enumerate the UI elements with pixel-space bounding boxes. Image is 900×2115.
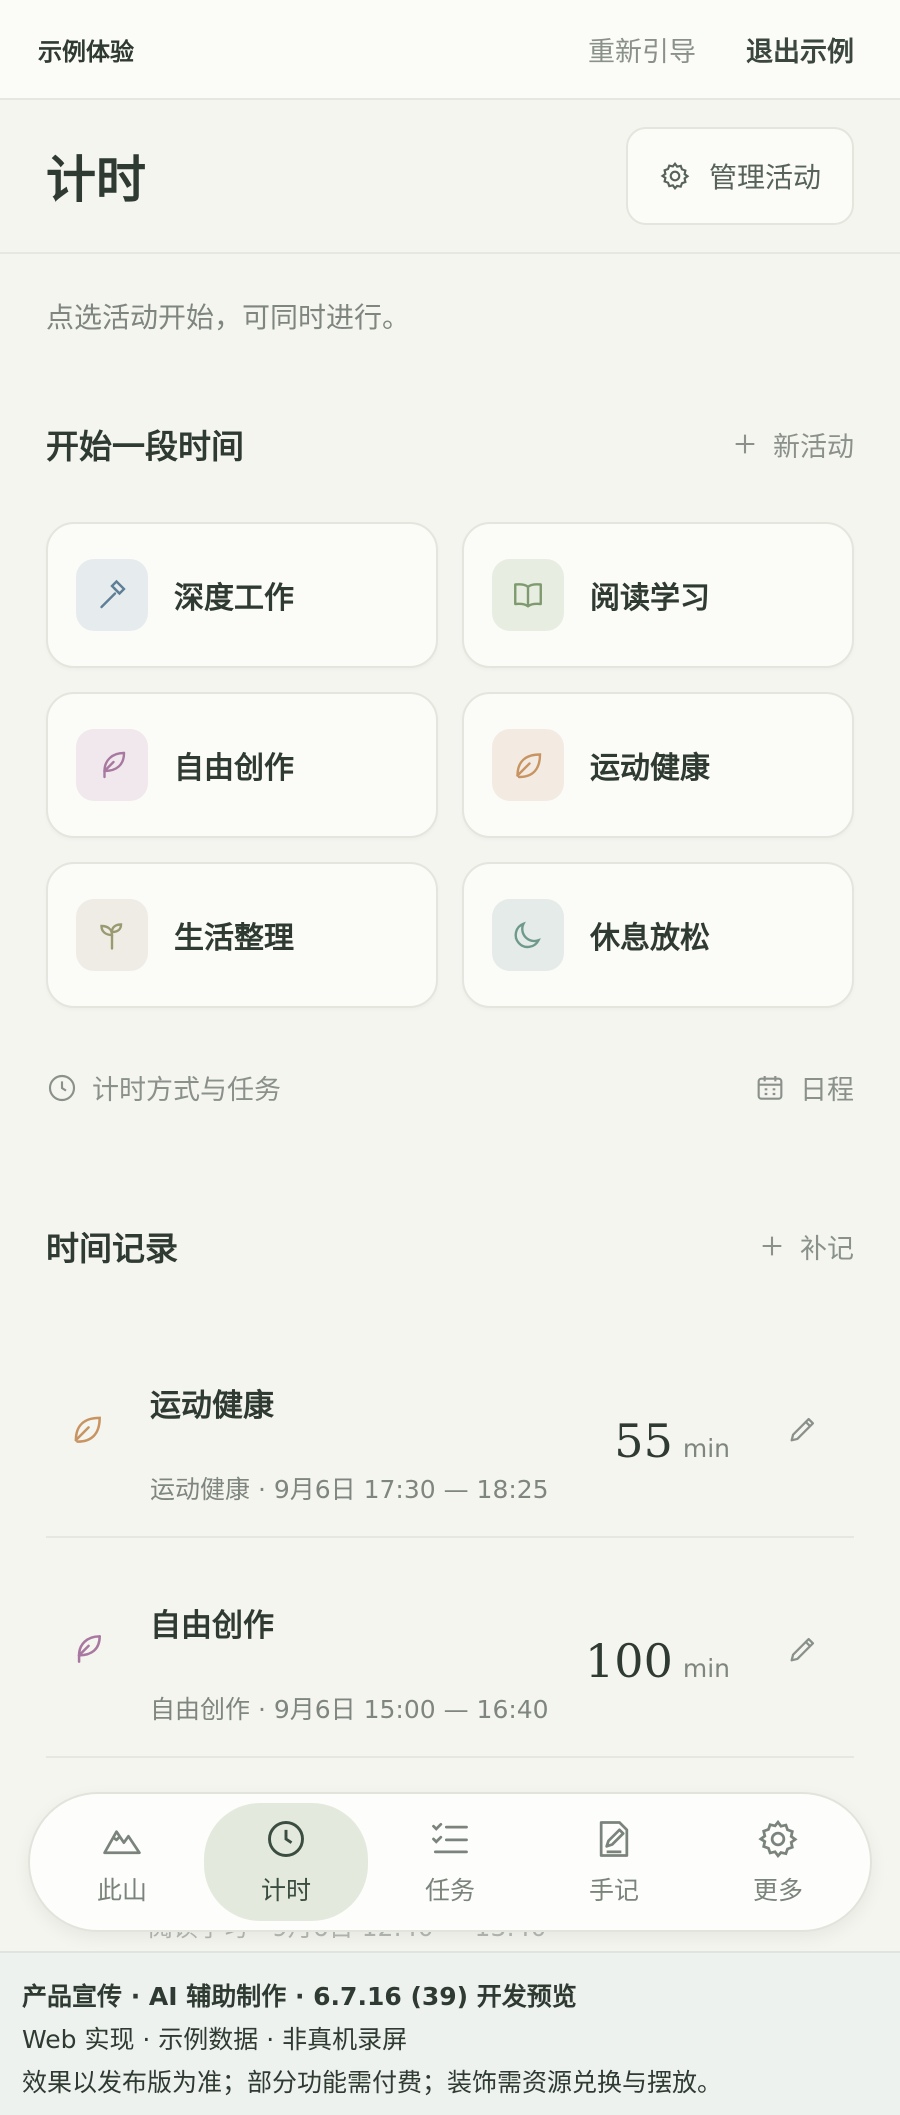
activity-icon-box <box>492 729 564 801</box>
record-duration-unit: min <box>682 1654 730 1683</box>
nav-label: 计时 <box>260 1876 311 1905</box>
demo-title: 示例体验 <box>38 37 134 66</box>
add-record-label: 补记 <box>800 1233 854 1265</box>
activity-icon-box <box>76 899 148 971</box>
checklist-icon <box>432 1822 468 1854</box>
activity-label: 阅读学习 <box>590 581 710 616</box>
bottom-nav: 此山 计时 任务 手记 更多 <box>28 1792 872 1932</box>
nav-label: 手记 <box>588 1876 639 1905</box>
demo-actions: 重新引导 退出示例 <box>588 30 854 69</box>
add-record-button[interactable]: 补记 <box>758 1227 854 1266</box>
activity-label: 运动健康 <box>590 751 710 786</box>
activity-label: 深度工作 <box>174 581 294 616</box>
record-duration-unit: min <box>682 1434 730 1463</box>
records-list: 运动健康 运动健康 · 9月6日 17:30 — 18:25 55 min 自由… <box>46 1318 854 1758</box>
nav-item-timer[interactable]: 计时 <box>204 1803 368 1921</box>
records-section-header: 时间记录 补记 <box>46 1222 854 1270</box>
nav-label: 此山 <box>96 1876 147 1905</box>
record-row[interactable]: 自由创作 自由创作 · 9月6日 15:00 — 16:40 100 min <box>46 1538 854 1758</box>
meta-row: 计时方式与任务 日程 <box>46 1068 854 1107</box>
nav-item-mountain[interactable]: 此山 <box>40 1803 204 1921</box>
activity-card-life[interactable]: 生活整理 <box>46 862 438 1008</box>
activity-label: 休息放松 <box>590 921 710 956</box>
gear-icon <box>660 161 690 190</box>
timing-tasks-label: 计时方式与任务 <box>92 1075 281 1106</box>
record-duration-value: 100 <box>585 1634 673 1688</box>
record-row[interactable]: 运动健康 运动健康 · 9月6日 17:30 — 18:25 55 min <box>46 1318 854 1538</box>
start-section-title: 开始一段时间 <box>46 427 244 466</box>
manage-activities-button[interactable]: 管理活动 <box>626 127 854 225</box>
activity-card-deep-work[interactable]: 深度工作 <box>46 522 438 668</box>
book-icon <box>514 583 542 608</box>
edit-pencil-icon[interactable] <box>786 1412 820 1446</box>
new-activity-button[interactable]: 新活动 <box>731 425 854 464</box>
nav-item-notes[interactable]: 手记 <box>532 1803 696 1921</box>
record-name: 运动健康 <box>150 1388 274 1424</box>
plus-icon <box>762 1236 782 1256</box>
activity-icon-box <box>492 899 564 971</box>
activity-icon-box <box>76 729 148 801</box>
edit-pencil-icon[interactable] <box>786 1632 820 1666</box>
sprout-icon <box>100 923 123 950</box>
feather-icon <box>103 751 126 779</box>
activity-icon-box <box>76 559 148 631</box>
moon-icon <box>514 921 541 949</box>
hammer-icon <box>100 579 126 609</box>
timing-tasks-link[interactable]: 计时方式与任务 <box>46 1068 281 1107</box>
activity-card-rest[interactable]: 休息放松 <box>462 862 854 1008</box>
feather-icon <box>77 1635 101 1663</box>
footer-disclaimer: 产品宣传 · AI 辅助制作 · 6.7.16 (39) 开发预览 Web 实现… <box>0 1951 900 2115</box>
nav-item-tasks[interactable]: 任务 <box>368 1803 532 1921</box>
leaf-icon <box>74 1416 101 1443</box>
record-duration: 55 min <box>614 1414 730 1468</box>
clock-icon <box>48 1074 76 1101</box>
activity-label: 自由创作 <box>174 751 294 786</box>
activity-card-exercise[interactable]: 运动健康 <box>462 692 854 838</box>
start-section-header: 开始一段时间 新活动 <box>46 420 854 468</box>
page-title: 计时 <box>46 151 146 209</box>
record-detail: 自由创作 · 9月6日 15:00 — 16:40 <box>150 1695 549 1724</box>
record-duration: 100 min <box>585 1634 730 1688</box>
mountain-icon <box>103 1830 141 1855</box>
schedule-link[interactable]: 日程 <box>754 1068 854 1107</box>
clock-icon <box>268 1821 304 1857</box>
activity-label: 生活整理 <box>174 921 294 956</box>
nav-label: 任务 <box>424 1876 475 1905</box>
plus-icon <box>735 434 755 454</box>
footer-line-1: 产品宣传 · AI 辅助制作 · 6.7.16 (39) 开发预览 <box>22 1982 577 2011</box>
footer-line-2: Web 实现 · 示例数据 · 非真机录屏 <box>22 2025 408 2054</box>
leaf-icon <box>516 753 542 779</box>
nav-label: 更多 <box>752 1876 803 1905</box>
hint-text: 点选活动开始，可同时进行。 <box>46 301 411 334</box>
manage-activities-label: 管理活动 <box>708 161 821 194</box>
activity-card-creation[interactable]: 自由创作 <box>46 692 438 838</box>
new-activity-label: 新活动 <box>773 431 854 463</box>
footer-line-3: 效果以发布版为准；部分功能需付费；装饰需资源兑换与摆放。 <box>22 2068 723 2097</box>
activity-card-reading[interactable]: 阅读学习 <box>462 522 854 668</box>
activity-grid: 深度工作 阅读学习 自由创作 运动健康 生活整理 休息放松 <box>46 522 854 1008</box>
record-duration-value: 55 <box>614 1414 673 1468</box>
record-name: 自由创作 <box>150 1608 274 1644</box>
demo-bar: 示例体验 重新引导 退出示例 <box>0 0 900 100</box>
records-section-title: 时间记录 <box>46 1229 178 1268</box>
note-icon <box>599 1821 629 1857</box>
gear-icon <box>758 1819 798 1859</box>
schedule-label: 日程 <box>800 1075 854 1106</box>
exit-demo-button[interactable]: 退出示例 <box>746 30 854 69</box>
calendar-icon <box>757 1075 783 1100</box>
record-detail: 运动健康 · 9月6日 17:30 — 18:25 <box>150 1475 549 1504</box>
nav-item-more[interactable]: 更多 <box>696 1803 860 1921</box>
page-header: 计时 管理活动 <box>0 100 900 254</box>
activity-icon-box <box>492 559 564 631</box>
reguide-button[interactable]: 重新引导 <box>588 30 696 69</box>
